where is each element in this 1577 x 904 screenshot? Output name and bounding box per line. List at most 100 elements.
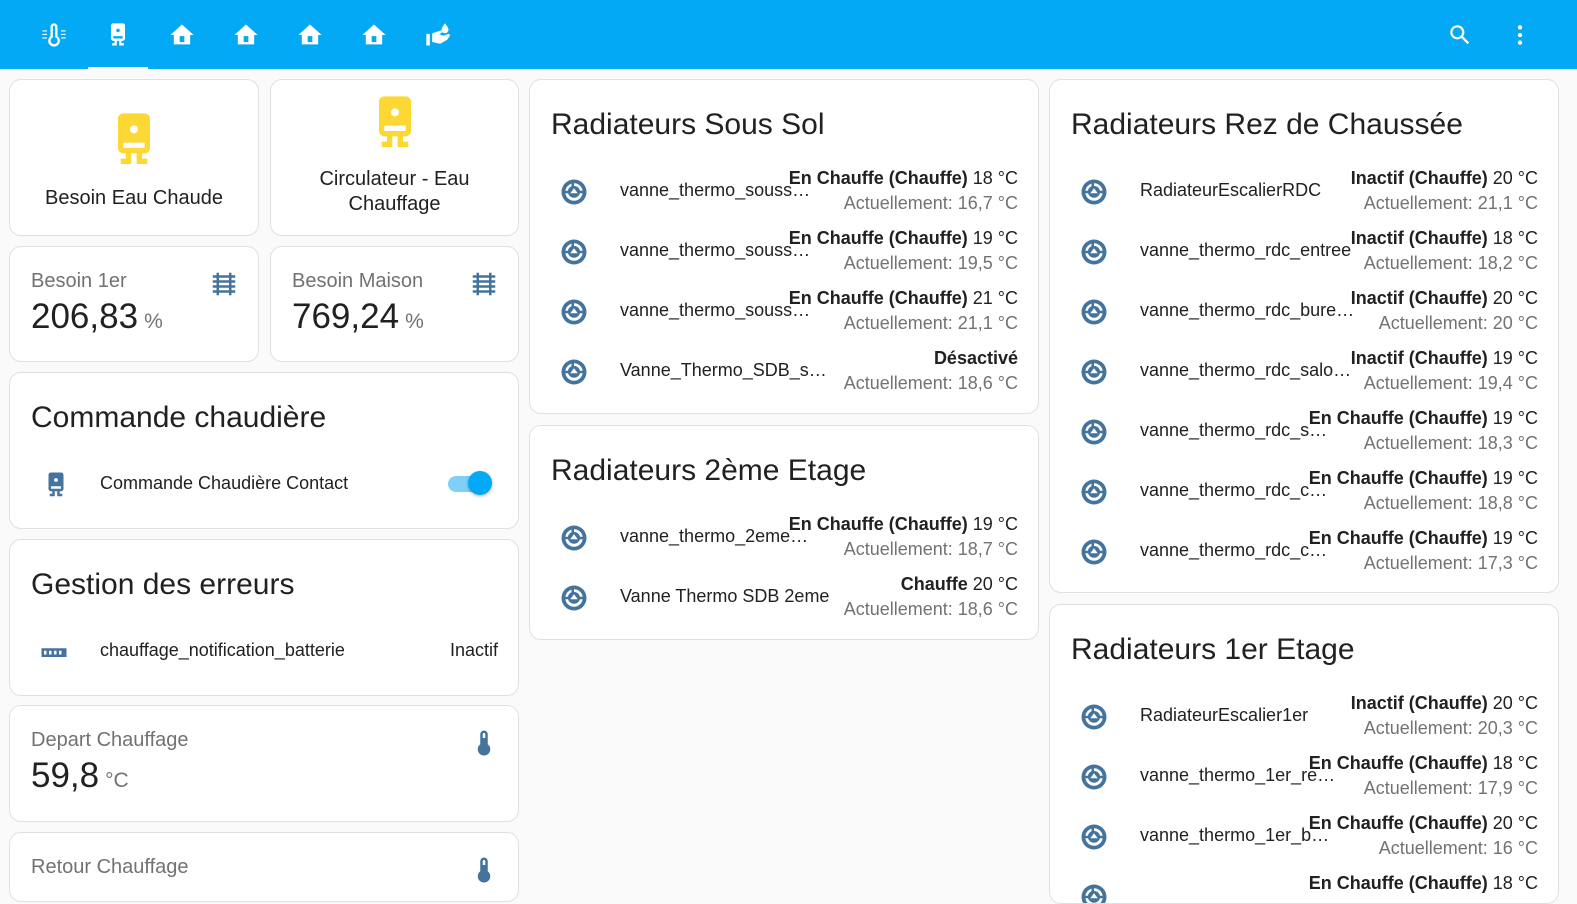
thermostat-row[interactable]: RadiateurEscalier1er Inactif (Chauffe) 20… xyxy=(1050,688,1558,744)
dots-vertical-icon xyxy=(1507,22,1533,48)
target-temperature: 18 °C xyxy=(1492,753,1538,773)
thermostat-icon xyxy=(1079,702,1109,732)
current-temperature: Actuellement: 21,1 °C xyxy=(843,313,1018,333)
circulateur-button[interactable]: Circulateur - Eau Chauffage xyxy=(270,79,519,236)
target-temperature: 19 °C xyxy=(1492,468,1538,488)
hvac-mode: En Chauffe (Chauffe) xyxy=(1308,468,1488,488)
tab-hand-water[interactable] xyxy=(408,0,468,69)
thermostat-row[interactable]: vanne_thermo_1er_re… En Chauffe (Chauffe)… xyxy=(1050,748,1558,804)
menu-button[interactable] xyxy=(1502,17,1538,53)
hvac-mode: En Chauffe (Chauffe) xyxy=(1308,528,1488,548)
thermostat-icon xyxy=(1079,417,1109,447)
entity-name: chauffage_notification_batterie xyxy=(100,640,345,660)
current-temperature: Actuellement: 18,7 °C xyxy=(843,539,1018,559)
hvac-mode: En Chauffe (Chauffe) xyxy=(788,168,968,188)
thermostat-name: RadiateurEscalierRDC xyxy=(1140,180,1322,200)
thermostat-icon xyxy=(1079,237,1109,267)
thermostat-row[interactable]: vanne_thermo_souss… En Chauffe (Chauffe) … xyxy=(530,223,1038,279)
thermostat-row[interactable]: vanne_thermo_rdc_s… En Chauffe (Chauffe) … xyxy=(1050,403,1558,459)
current-temperature: Actuellement: 18,6 °C xyxy=(843,373,1018,393)
hvac-mode: En Chauffe (Chauffe) xyxy=(1308,813,1488,833)
thermostat-name: vanne_thermo_rdc_c… xyxy=(1140,480,1328,500)
current-temperature: Actuellement: 18,2 °C xyxy=(1363,253,1538,273)
besoin-1er-sensor-card[interactable]: Besoin 1er 206,83% xyxy=(9,246,259,362)
thermometer-icon xyxy=(469,728,499,758)
thermostat-row[interactable]: vanne_thermo_rdc_c… En Chauffe (Chauffe) … xyxy=(1050,523,1558,579)
thermostat-state: En Chauffe (Chauffe) 18 °C Actuellement: … xyxy=(1309,751,1538,801)
thermostat-icon xyxy=(559,237,589,267)
thermostat-row[interactable]: RadiateurEscalierRDC Inactif (Chauffe) 20… xyxy=(1050,163,1558,219)
thermostat-icon xyxy=(1079,177,1109,207)
thermostat-row[interactable]: vanne_thermo_souss… En Chauffe (Chauffe) … xyxy=(530,163,1038,219)
thermostat-row[interactable]: Vanne Thermo SDB 2eme Chauffe 20 °C Actuel… xyxy=(530,569,1038,625)
tab-home-floor-2[interactable] xyxy=(344,0,404,69)
thermostat-row[interactable]: vanne_thermo_rdc_entree Inactif (Chauffe)… xyxy=(1050,223,1558,279)
hvac-mode: En Chauffe (Chauffe) xyxy=(1308,408,1488,428)
thermostat-state: Chauffe 20 °C Actuellement: 18,6 °C xyxy=(844,572,1018,622)
notification-batterie-row[interactable]: chauffage_notification_batterie Inactif xyxy=(10,623,518,679)
hvac-mode: Inactif (Chauffe) xyxy=(1350,348,1488,368)
tab-home-floor-negative-1[interactable] xyxy=(280,0,340,69)
thermostat-state: Désactivé Actuellement: 18,6 °C xyxy=(844,346,1018,396)
thermostat-name: vanne_thermo_souss… xyxy=(620,180,811,200)
card-title: Radiateurs Sous Sol xyxy=(551,108,825,141)
hvac-mode: Inactif (Chauffe) xyxy=(1350,228,1488,248)
commande-chaudiere-row[interactable]: Commande Chaudière Contact xyxy=(10,456,518,512)
water-boiler-icon xyxy=(102,108,166,172)
thermostat-row[interactable]: vanne_thermo_souss… En Chauffe (Chauffe) … xyxy=(530,283,1038,339)
thermostat-state: En Chauffe (Chauffe) 19 °C Actuellement: … xyxy=(789,512,1018,562)
current-temperature: Actuellement: 20,3 °C xyxy=(1363,718,1538,738)
sensor-name: Depart Chauffage xyxy=(31,729,189,751)
tab-water-boiler[interactable] xyxy=(88,0,148,69)
thermostat-state: En Chauffe (Chauffe) 19 °C Actuellement: … xyxy=(1309,466,1538,516)
thermostat-name: vanne_thermo_1er_b… xyxy=(1140,825,1330,845)
thermostat-state: Inactif (Chauffe) 20 °C Actuellement: 20,… xyxy=(1351,691,1538,741)
retour-chauffage-sensor-card[interactable]: Retour Chauffage xyxy=(9,832,519,902)
entity-state: Inactif xyxy=(449,640,498,660)
commande-toggle[interactable] xyxy=(448,470,492,496)
target-temperature: 20 °C xyxy=(1492,288,1538,308)
hvac-mode: En Chauffe (Chauffe) xyxy=(788,288,968,308)
target-temperature: 20 °C xyxy=(972,574,1018,594)
thermostat-row[interactable]: Vanne_Thermo_SDB_sous… Désactivé Actuelle… xyxy=(530,343,1038,399)
thermostat-icon xyxy=(1079,357,1109,387)
thermostat-state: En Chauffe (Chauffe) 18 °C xyxy=(1309,871,1538,896)
radiator-icon xyxy=(469,269,499,299)
thermostat-row[interactable]: vanne_thermo_2eme… En Chauffe (Chauffe) 1… xyxy=(530,509,1038,565)
hvac-mode: En Chauffe (Chauffe) xyxy=(788,514,968,534)
tab-thermometer-lines[interactable] xyxy=(24,0,84,69)
thermostat-name: vanne_thermo_1er_re… xyxy=(1140,765,1336,785)
tab-home-floor-1[interactable] xyxy=(216,0,276,69)
thermostat-name: vanne_thermo_2eme… xyxy=(620,526,809,546)
hvac-mode: Chauffe xyxy=(900,574,968,594)
current-temperature: Actuellement: 17,3 °C xyxy=(1363,553,1538,573)
sensor-name: Besoin Maison xyxy=(292,270,424,292)
thermostat-state: En Chauffe (Chauffe) 19 °C Actuellement: … xyxy=(1309,406,1538,456)
thermostat-icon xyxy=(1079,822,1109,852)
current-temperature: Actuellement: 17,9 °C xyxy=(1363,778,1538,798)
thermostat-row[interactable]: En Chauffe (Chauffe) 18 °C xyxy=(1050,868,1558,904)
current-temperature: Actuellement: 18,8 °C xyxy=(1363,493,1538,513)
hvac-mode: En Chauffe (Chauffe) xyxy=(1308,753,1488,773)
button-label-line-1: Circulateur - Eau xyxy=(319,167,470,190)
thermostat-name: Vanne Thermo SDB 2eme xyxy=(620,586,830,606)
thermostat-row[interactable]: vanne_thermo_rdc_salon_… Inactif (Chauffe… xyxy=(1050,343,1558,399)
besoin-maison-sensor-card[interactable]: Besoin Maison 769,24% xyxy=(270,246,519,362)
current-temperature: Actuellement: 21,1 °C xyxy=(1363,193,1538,213)
card-title: Radiateurs 2ème Etage xyxy=(551,454,867,487)
magnify-icon xyxy=(1447,22,1473,48)
thermostat-state: En Chauffe (Chauffe) 20 °C Actuellement: … xyxy=(1309,811,1538,861)
search-button[interactable] xyxy=(1442,17,1478,53)
tab-home-floor-0[interactable] xyxy=(152,0,212,69)
radiator-icon xyxy=(209,269,239,299)
current-temperature: Actuellement: 18,3 °C xyxy=(1363,433,1538,453)
thermostat-name: vanne_thermo_rdc_entree xyxy=(1140,240,1352,260)
besoin-eau-chaude-button[interactable]: Besoin Eau Chaude xyxy=(9,79,259,236)
target-temperature: 21 °C xyxy=(972,288,1018,308)
sensor-value: 59,8 °C xyxy=(31,756,129,795)
depart-chauffage-sensor-card[interactable]: Depart Chauffage 59,8 °C xyxy=(9,705,519,822)
thermostat-row[interactable]: vanne_thermo_rdc_bureau Inactif (Chauffe)… xyxy=(1050,283,1558,339)
thermostat-row[interactable]: vanne_thermo_rdc_c… En Chauffe (Chauffe) … xyxy=(1050,463,1558,519)
current-temperature: Actuellement: 18,6 °C xyxy=(843,599,1018,619)
thermostat-row[interactable]: vanne_thermo_1er_b… En Chauffe (Chauffe) … xyxy=(1050,808,1558,864)
